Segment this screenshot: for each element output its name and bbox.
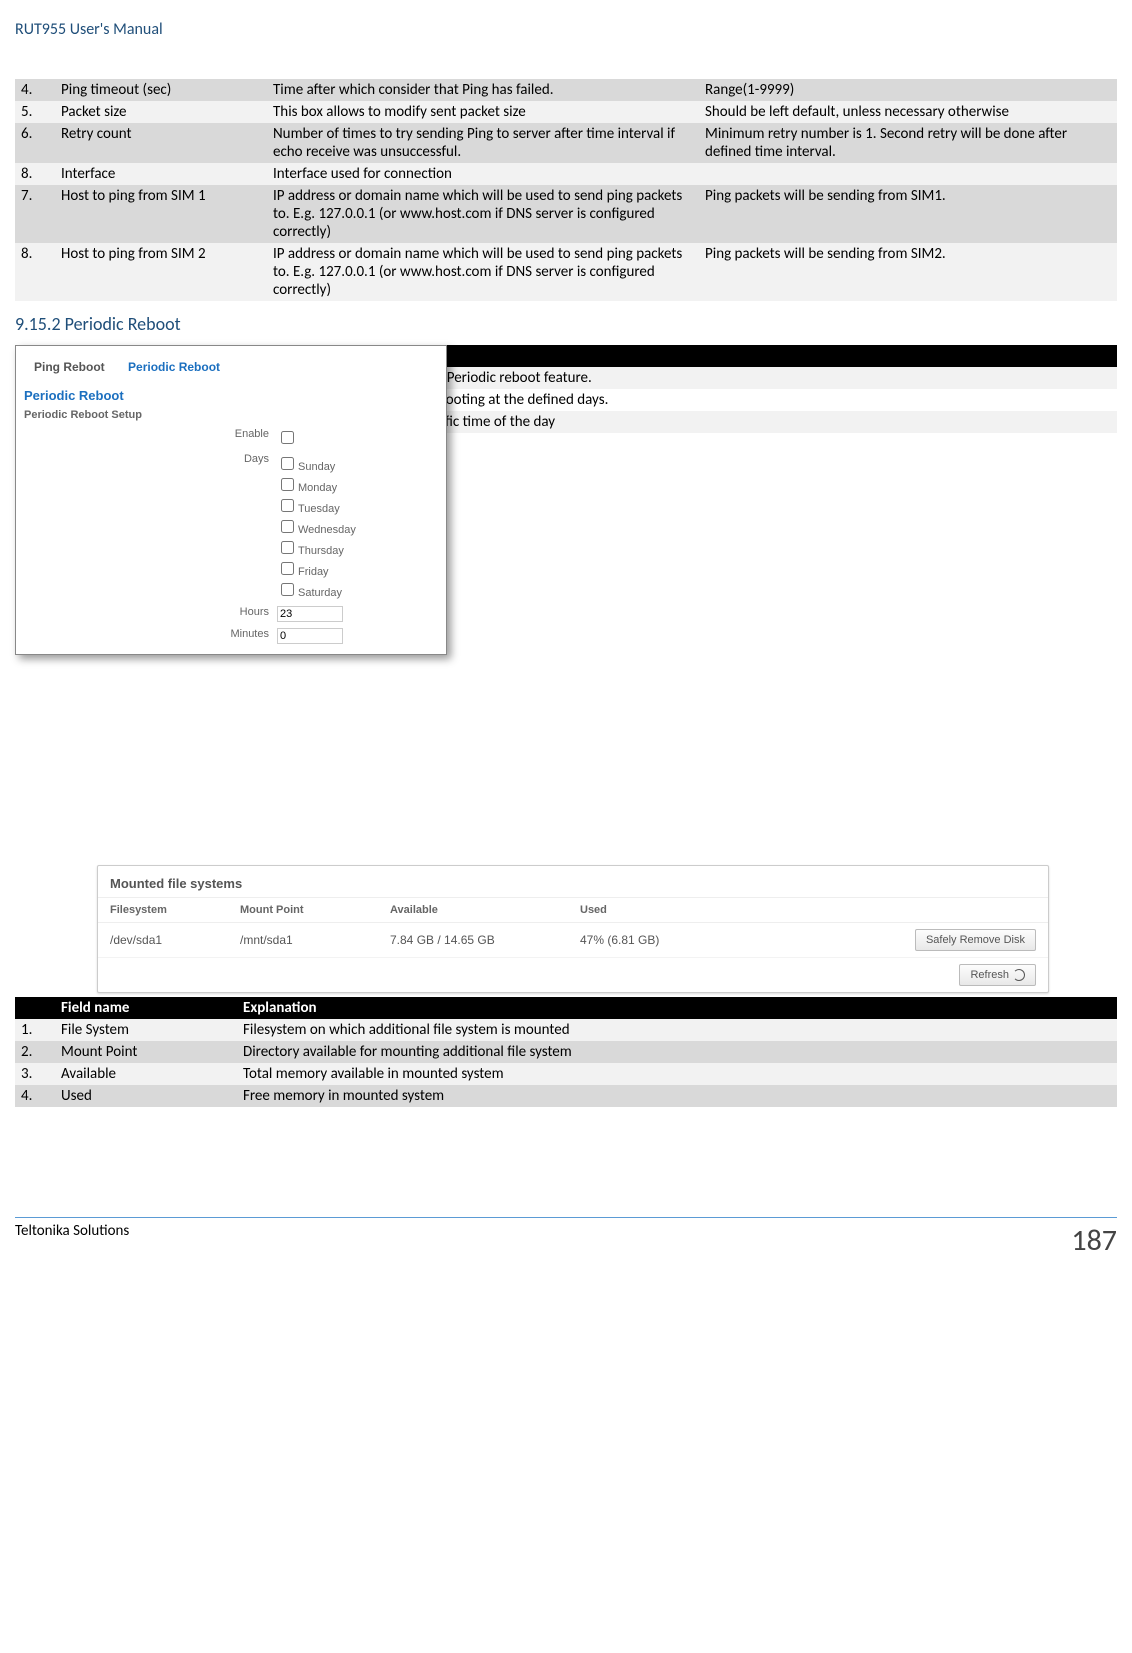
cell: Ping timeout (sec) bbox=[55, 79, 267, 101]
mh-filesystem: Filesystem bbox=[110, 904, 240, 916]
mounted-title: Mounted file systems bbox=[98, 866, 1048, 897]
table-row: 4.Ping timeout (sec)Time after which con… bbox=[15, 79, 1117, 101]
table-row: 2.Mount PointDirectory available for mou… bbox=[15, 1041, 1117, 1063]
cell: Should be left default, unless necessary… bbox=[699, 101, 1117, 123]
cell: 7. bbox=[15, 185, 55, 243]
mh-available: Available bbox=[390, 904, 580, 916]
section-9-15-2-heading: 9.15.2 Periodic Reboot bbox=[15, 313, 1117, 335]
day-option[interactable]: Thursday bbox=[277, 537, 356, 558]
tab-ping-reboot[interactable]: Ping Reboot bbox=[24, 354, 115, 380]
table-row: 8.Host to ping from SIM 2IP address or d… bbox=[15, 243, 1117, 301]
table-row: 5.Packet sizeThis box allows to modify s… bbox=[15, 101, 1117, 123]
table-row: 4.UsedFree memory in mounted system bbox=[15, 1085, 1117, 1107]
day-option[interactable]: Monday bbox=[277, 474, 356, 495]
t3-h2: Field name bbox=[55, 997, 237, 1019]
day-checkbox[interactable] bbox=[281, 541, 294, 554]
mr-used: 47% (6.81 GB) bbox=[580, 933, 760, 947]
tab-periodic-reboot[interactable]: Periodic Reboot bbox=[118, 354, 230, 380]
refresh-label: Refresh bbox=[970, 969, 1009, 981]
table-row: 8.InterfaceInterface used for connection bbox=[15, 163, 1117, 185]
cell: IP address or domain name which will be … bbox=[267, 185, 699, 243]
cell: Ping packets will be sending from SIM2. bbox=[699, 243, 1117, 301]
cell: 4. bbox=[15, 1085, 55, 1107]
t3-h1 bbox=[15, 997, 55, 1019]
cell: Retry count bbox=[55, 123, 267, 163]
cell: Host to ping from SIM 1 bbox=[55, 185, 267, 243]
day-checkbox[interactable] bbox=[281, 478, 294, 491]
label-days: Days bbox=[24, 453, 277, 465]
day-option[interactable]: Saturday bbox=[277, 579, 356, 600]
periodic-reboot-dialog: Ping Reboot Periodic Reboot Periodic Reb… bbox=[15, 345, 447, 655]
cell: Free memory in mounted system bbox=[237, 1085, 1117, 1107]
day-option[interactable]: Tuesday bbox=[277, 495, 356, 516]
label-hours: Hours bbox=[24, 606, 277, 618]
cell: 3. bbox=[15, 1063, 55, 1085]
footer-left: Teltonika Solutions bbox=[15, 1222, 129, 1259]
enable-checkbox[interactable] bbox=[281, 431, 294, 444]
cell: File System bbox=[55, 1019, 237, 1041]
day-checkbox[interactable] bbox=[281, 499, 294, 512]
hours-input[interactable] bbox=[277, 606, 343, 622]
refresh-icon bbox=[1013, 969, 1025, 981]
params-table-1: 4.Ping timeout (sec)Time after which con… bbox=[15, 79, 1117, 301]
cell: Host to ping from SIM 2 bbox=[55, 243, 267, 301]
mr-available: 7.84 GB / 14.65 GB bbox=[390, 933, 580, 947]
cell: Number of times to try sending Ping to s… bbox=[267, 123, 699, 163]
cell: 6. bbox=[15, 123, 55, 163]
cell: Minimum retry number is 1. Second retry … bbox=[699, 123, 1117, 163]
cell: 8. bbox=[15, 163, 55, 185]
mh-mountpoint: Mount Point bbox=[240, 904, 390, 916]
table-row: 6.Retry countNumber of times to try send… bbox=[15, 123, 1117, 163]
table-row: 7.Host to ping from SIM 1IP address or d… bbox=[15, 185, 1117, 243]
table-row: 3.AvailableTotal memory available in mou… bbox=[15, 1063, 1117, 1085]
day-option[interactable]: Sunday bbox=[277, 453, 356, 474]
cell: Directory available for mounting additio… bbox=[237, 1041, 1117, 1063]
day-checkbox[interactable] bbox=[281, 520, 294, 533]
cell: Time after which consider that Ping has … bbox=[267, 79, 699, 101]
page-number: 187 bbox=[1071, 1222, 1117, 1259]
cell: 2. bbox=[15, 1041, 55, 1063]
cell: IP address or domain name which will be … bbox=[267, 243, 699, 301]
cell: Available bbox=[55, 1063, 237, 1085]
cell: Range(1-9999) bbox=[699, 79, 1117, 101]
cell: Ping packets will be sending from SIM1. bbox=[699, 185, 1117, 243]
mounted-fields-table: Field name Explanation 1.File SystemFile… bbox=[15, 997, 1117, 1107]
mr-mountpoint: /mnt/sda1 bbox=[240, 933, 390, 947]
cell: 1. bbox=[15, 1019, 55, 1041]
safely-remove-button[interactable]: Safely Remove Disk bbox=[915, 929, 1036, 951]
cell: Used bbox=[55, 1085, 237, 1107]
mh-used: Used bbox=[580, 904, 760, 916]
cell: 5. bbox=[15, 101, 55, 123]
cell: Packet size bbox=[55, 101, 267, 123]
cell: Mount Point bbox=[55, 1041, 237, 1063]
day-checkbox[interactable] bbox=[281, 457, 294, 470]
dialog-subtitle: Periodic Reboot Setup bbox=[16, 405, 446, 425]
cell: Interface bbox=[55, 163, 267, 185]
refresh-button[interactable]: Refresh bbox=[959, 964, 1036, 986]
cell bbox=[699, 163, 1117, 185]
label-enable: Enable bbox=[24, 428, 277, 440]
t3-h3: Explanation bbox=[237, 997, 1117, 1019]
cell: Interface used for connection bbox=[267, 163, 699, 185]
minutes-input[interactable] bbox=[277, 628, 343, 644]
table-row: 1.File SystemFilesystem on which additio… bbox=[15, 1019, 1117, 1041]
day-checkbox[interactable] bbox=[281, 562, 294, 575]
day-option[interactable]: Friday bbox=[277, 558, 356, 579]
dialog-title: Periodic Reboot bbox=[16, 380, 446, 405]
day-checkbox[interactable] bbox=[281, 583, 294, 596]
cell: This box allows to modify sent packet si… bbox=[267, 101, 699, 123]
day-option[interactable]: Wednesday bbox=[277, 516, 356, 537]
cell: Filesystem on which additional file syst… bbox=[237, 1019, 1117, 1041]
cell: 8. bbox=[15, 243, 55, 301]
doc-header: RUT955 User's Manual bbox=[15, 20, 1117, 39]
mounted-file-systems-panel: Mounted file systems Filesystem Mount Po… bbox=[97, 865, 1049, 993]
page-footer: Teltonika Solutions 187 bbox=[15, 1217, 1117, 1259]
mr-filesystem: /dev/sda1 bbox=[110, 933, 240, 947]
cell: 4. bbox=[15, 79, 55, 101]
label-minutes: Minutes bbox=[24, 628, 277, 640]
cell: Total memory available in mounted system bbox=[237, 1063, 1117, 1085]
